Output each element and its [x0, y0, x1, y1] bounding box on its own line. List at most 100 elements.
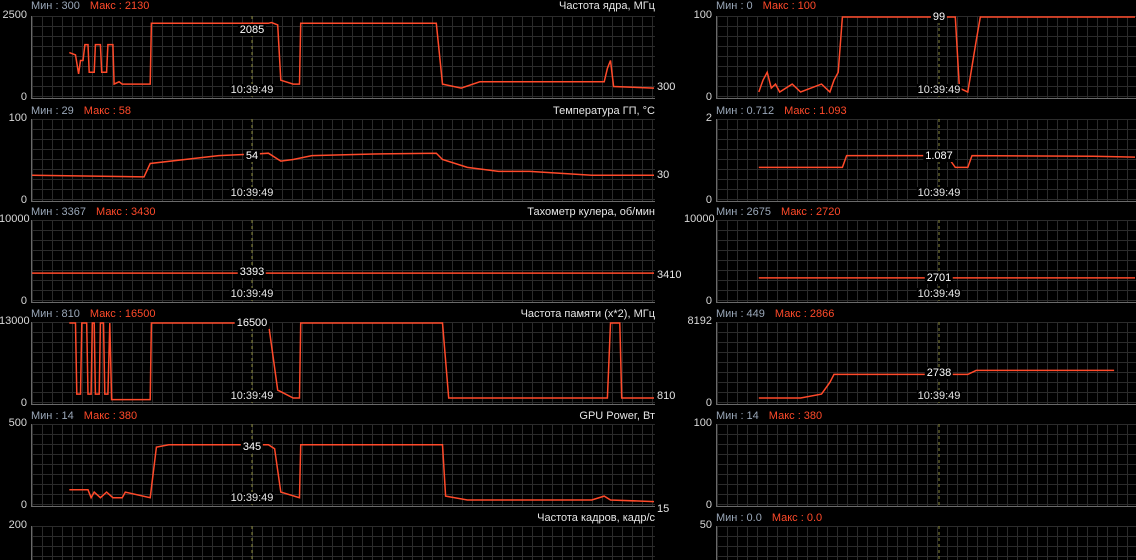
y-axis-max-label: 10000 — [684, 213, 715, 225]
cursor-time-label: 10:39:49 — [916, 390, 962, 402]
y-axis-min-label: 0 — [20, 295, 27, 307]
graph-title: GPU Power, Вт — [579, 410, 655, 422]
min-value: Мин : 0.0 — [716, 512, 762, 524]
right-graph-5: 50 Мин : 0.0 Макс : 0.0 — [700, 512, 1136, 560]
y-axis-max-label: 13000 — [0, 315, 30, 327]
min-max-readout: Мин : 449 Макс : 2866 — [716, 308, 834, 320]
cursor-time-label: 10:39:49 — [916, 288, 962, 300]
graph-trace-canvas — [32, 220, 654, 302]
graph-trace-canvas — [31, 119, 654, 201]
min-value: Мин : 300 — [31, 0, 80, 12]
min-value: Мин : 2675 — [716, 206, 772, 218]
left-graph-3: 13000 0 Мин : 810 Макс : 16500 Частота памят… — [0, 308, 675, 409]
y-axis-min-label: 0 — [20, 91, 27, 103]
y-axis-max-label: 100 — [8, 112, 27, 124]
left-graph-2: 10000 0 Мин : 3367 Макс : 3430 Тахометр куле… — [0, 206, 681, 307]
sensor-trace-line — [69, 322, 654, 401]
cursor-time-label: 10:39:49 — [229, 390, 275, 402]
cursor-time-label: 10:39:49 — [229, 288, 275, 300]
max-value: Макс : 100 — [762, 0, 817, 12]
cursor-value-label: 2701 — [924, 271, 954, 284]
left-graph-4: 500 0 Мин : 14 Макс : 380 GPU Power, Вт 10:39… — [9, 410, 670, 515]
y-axis-min-label: 0 — [20, 499, 27, 511]
y-axis-min-label: 0 — [705, 397, 712, 409]
current-value-label: 15 — [657, 503, 670, 515]
cursor-value-label: 2085 — [237, 23, 267, 36]
current-value-label: 30 — [657, 169, 670, 181]
cursor-time-label: 10:39:49 — [229, 492, 275, 504]
cursor-time-label: 10:39:49 — [229, 187, 275, 199]
y-axis-max-label: 10000 — [0, 213, 30, 225]
y-axis-max-label: 8192 — [687, 315, 712, 327]
graph-trace-canvas — [69, 322, 654, 404]
current-value-label: 810 — [657, 390, 676, 402]
cursor-value-label: 99 — [930, 11, 948, 23]
y-axis-min-label: 0 — [20, 397, 27, 409]
min-max-readout: Мин : 0 Макс : 100 — [716, 0, 816, 12]
min-value: Мин : 14 — [716, 410, 759, 422]
sensor-trace-line — [758, 16, 1135, 94]
cursor-time-label: 10:39:49 — [916, 187, 962, 199]
min-value: Мин : 810 — [31, 308, 80, 320]
min-max-readout: Мин : 300 Макс : 2130 — [31, 0, 149, 12]
graph-trace-canvas — [938, 526, 940, 559]
cursor-time-label: 10:39:49 — [229, 84, 275, 96]
min-value: Мин : 3367 — [31, 206, 87, 218]
y-axis-max-label: 500 — [8, 417, 27, 429]
max-value: Макс : 3430 — [96, 206, 156, 218]
graph-trace-canvas — [69, 16, 655, 98]
graph-trace-canvas — [69, 424, 655, 506]
min-max-readout: Мин : 0.0 Макс : 0.0 — [716, 512, 822, 524]
left-graph-1: 100 0 Мин : 29 Макс : 58 Температура ГП, °C 1… — [9, 105, 670, 206]
max-value: Макс : 2720 — [781, 206, 841, 218]
current-value-label: 3410 — [657, 269, 682, 281]
cursor-value-label: 2738 — [924, 366, 954, 379]
sensor-trace-line — [69, 444, 655, 503]
sensor-trace-line — [31, 152, 654, 178]
max-value: Макс : 2866 — [774, 308, 835, 320]
cursor-value-label: 16500 — [234, 317, 270, 329]
min-max-readout: Мин : 0.712 Макс : 1.093 — [716, 105, 847, 117]
y-axis-min-label: 0 — [705, 91, 712, 103]
min-value: Мин : 449 — [716, 308, 765, 320]
cursor-value-label: 345 — [240, 441, 264, 454]
graph-title: Частота ядра, МГц — [559, 0, 655, 12]
graph-title: Частота памяти (x*2), МГц — [520, 308, 655, 320]
right-graph-0: 100 0 Мин : 0 Макс : 100 10:39:49 99 — [694, 0, 1136, 103]
right-graph-1: 2 0 Мин : 0.712 Макс : 1.093 10:39:49 1.087 — [706, 105, 1136, 206]
graph-title: Температура ГП, °C — [553, 105, 655, 117]
right-graph-4: 100 0 Мин : 14 Макс : 380 — [694, 410, 1136, 511]
min-max-readout: Мин : 14 Макс : 380 — [716, 410, 822, 422]
y-axis-min-label: 0 — [705, 499, 712, 511]
sensor-trace-line — [69, 21, 655, 89]
cursor-time-label: 10:39:49 — [916, 84, 962, 96]
y-axis-max-label: 200 — [8, 519, 27, 531]
y-axis-max-label: 100 — [693, 417, 712, 429]
min-value: Мин : 29 — [31, 105, 74, 117]
y-axis-min-label: 0 — [705, 194, 712, 206]
min-max-readout: Мин : 2675 Макс : 2720 — [716, 206, 841, 218]
max-value: Макс : 16500 — [89, 308, 156, 320]
min-value: Мин : 0 — [716, 0, 753, 12]
min-max-readout: Мин : 14 Макс : 380 — [31, 410, 137, 422]
cursor-value-label: 54 — [243, 149, 261, 162]
max-value: Макс : 2130 — [89, 0, 150, 12]
y-axis-min-label: 0 — [705, 295, 712, 307]
right-graph-3: 8192 0 Мин : 449 Макс : 2866 10:39:49 2738 — [688, 308, 1136, 409]
max-value: Макс : 58 — [83, 105, 132, 117]
graph-title: Тахометр кулера, об/мин — [527, 206, 655, 218]
y-axis-max-label: 2500 — [2, 9, 27, 21]
min-max-readout: Мин : 3367 Макс : 3430 — [31, 206, 156, 218]
cursor-value-label: 1.087 — [923, 149, 955, 162]
min-max-readout: Мин : 29 Макс : 58 — [31, 105, 131, 117]
current-value-label: 300 — [657, 81, 676, 93]
graph-trace-canvas — [938, 424, 940, 506]
max-value: Макс : 380 — [83, 410, 138, 422]
max-value: Макс : 380 — [768, 410, 823, 422]
y-axis-max-label: 100 — [693, 9, 712, 21]
max-value: Макс : 0.0 — [771, 512, 823, 524]
min-value: Мин : 0.712 — [716, 105, 775, 117]
max-value: Макс : 1.093 — [784, 105, 847, 117]
cursor-value-label: 3393 — [237, 266, 267, 279]
right-graph-2: 10000 0 Мин : 2675 Макс : 2720 10:39:49 2701 — [684, 206, 1136, 307]
